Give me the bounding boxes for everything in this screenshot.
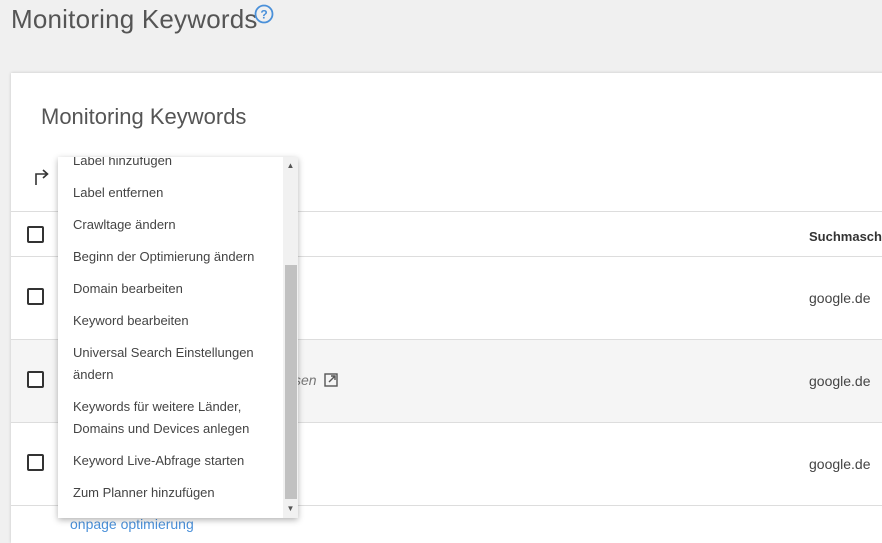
menu-item-add-countries-domains-devices[interactable]: Keywords für weitere Länder, [73,396,241,418]
row-checkbox[interactable] [27,288,44,305]
menu-item-remove-label[interactable]: Label entfernen [73,182,163,204]
menu-item-add-label[interactable]: Label hinzufügen [73,157,172,172]
row-search-engine: google.de [809,456,871,472]
menu-item-add-countries-domains-devices-line2[interactable]: Domains und Devices anlegen [73,418,249,440]
bulk-action-arrow-icon[interactable] [33,165,51,187]
row-checkbox[interactable] [27,454,44,471]
menu-item-change-crawl-days[interactable]: Crawltage ändern [73,214,176,236]
menu-item-universal-search-settings-line2[interactable]: ändern [73,364,113,386]
header-search-engine[interactable]: Suchmasch [809,229,882,244]
card-title: Monitoring Keywords [41,104,247,129]
select-all-checkbox[interactable] [27,226,44,243]
menu-item-universal-search-settings[interactable]: Universal Search Einstellungen [73,342,254,364]
scroll-up-arrow-icon[interactable]: ▲ [283,159,298,173]
menu-scrollbar[interactable]: ▲ ▼ [283,157,298,518]
scroll-thumb[interactable] [285,265,297,499]
row-search-engine: google.de [809,290,871,306]
keyword-link[interactable]: onpage optimierung [70,516,194,532]
row-checkbox[interactable] [27,371,44,388]
row-search-engine: google.de [809,373,871,389]
menu-item-add-to-planner[interactable]: Zum Planner hinzufügen [73,482,215,504]
scroll-down-arrow-icon[interactable]: ▼ [283,502,298,516]
svg-text:?: ? [260,8,267,22]
external-link-icon[interactable] [324,373,338,387]
menu-item-keyword-live-query[interactable]: Keyword Live-Abfrage starten [73,450,244,472]
bulk-action-menu: Label hinzufügen Label entfernen Crawlta… [58,157,298,518]
help-icon[interactable]: ? [254,4,274,24]
page-title: Monitoring Keywords [11,4,258,34]
menu-item-edit-keyword[interactable]: Keyword bearbeiten [73,310,189,332]
menu-item-change-optimization-start[interactable]: Beginn der Optimierung ändern [73,246,254,268]
menu-item-edit-domain[interactable]: Domain bearbeiten [73,278,183,300]
